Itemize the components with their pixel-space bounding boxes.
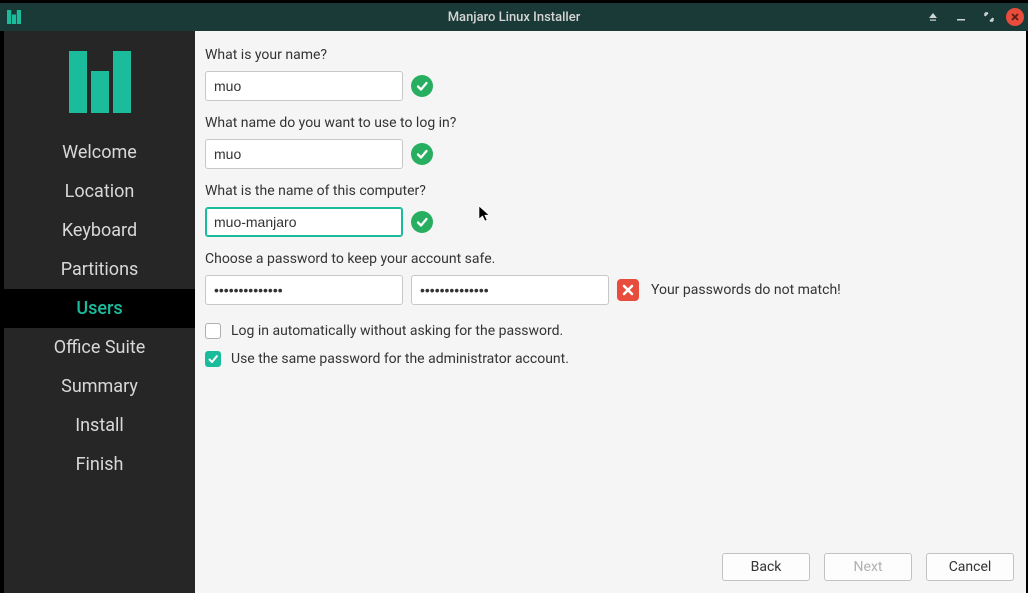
password-error-text: Your passwords do not match!	[651, 282, 841, 298]
next-button[interactable]: Next	[824, 553, 912, 581]
login-label: What name do you want to use to log in?	[205, 115, 1010, 131]
back-button[interactable]: Back	[722, 553, 810, 581]
same-admin-password-label: Use the same password for the administra…	[231, 351, 569, 367]
sidebar-item-finish[interactable]: Finish	[4, 445, 195, 484]
sidebar: Welcome Location Keyboard Partitions Use…	[4, 31, 195, 593]
name-label: What is your name?	[205, 47, 1010, 63]
autologin-label: Log in automatically without asking for …	[231, 323, 563, 339]
checkmark-icon	[411, 211, 433, 233]
autologin-checkbox[interactable]	[205, 323, 221, 339]
cancel-button[interactable]: Cancel	[926, 553, 1014, 581]
same-admin-password-checkbox[interactable]	[205, 351, 221, 367]
hostname-label: What is the name of this computer?	[205, 183, 1010, 199]
sidebar-item-office-suite[interactable]: Office Suite	[4, 328, 195, 367]
checkmark-icon	[411, 143, 433, 165]
sidebar-item-keyboard[interactable]: Keyboard	[4, 211, 195, 250]
sidebar-item-location[interactable]: Location	[4, 172, 195, 211]
password-input[interactable]	[205, 275, 403, 305]
app-icon	[6, 9, 22, 25]
window-minimize-button[interactable]	[950, 6, 972, 28]
sidebar-item-partitions[interactable]: Partitions	[4, 250, 195, 289]
name-input[interactable]	[205, 71, 403, 101]
window-title: Manjaro Linux Installer	[0, 10, 1028, 25]
window-maximize-button[interactable]	[978, 6, 1000, 28]
window-keep-above-button[interactable]	[922, 6, 944, 28]
sidebar-item-summary[interactable]: Summary	[4, 367, 195, 406]
checkmark-icon	[411, 75, 433, 97]
password-confirm-input[interactable]	[411, 275, 609, 305]
sidebar-item-users[interactable]: Users	[4, 289, 195, 328]
hostname-input[interactable]	[205, 207, 403, 237]
sidebar-item-welcome[interactable]: Welcome	[4, 133, 195, 172]
manjaro-logo	[69, 51, 131, 113]
sidebar-item-install[interactable]: Install	[4, 406, 195, 445]
content-area: What is your name? What name do you want…	[195, 31, 1026, 593]
button-bar: Back Next Cancel	[722, 553, 1014, 581]
installer-window: Welcome Location Keyboard Partitions Use…	[4, 31, 1026, 593]
window-titlebar: Manjaro Linux Installer	[0, 3, 1028, 31]
window-close-button[interactable]	[1006, 8, 1024, 26]
password-label: Choose a password to keep your account s…	[205, 251, 1010, 267]
error-icon	[617, 279, 639, 301]
login-input[interactable]	[205, 139, 403, 169]
